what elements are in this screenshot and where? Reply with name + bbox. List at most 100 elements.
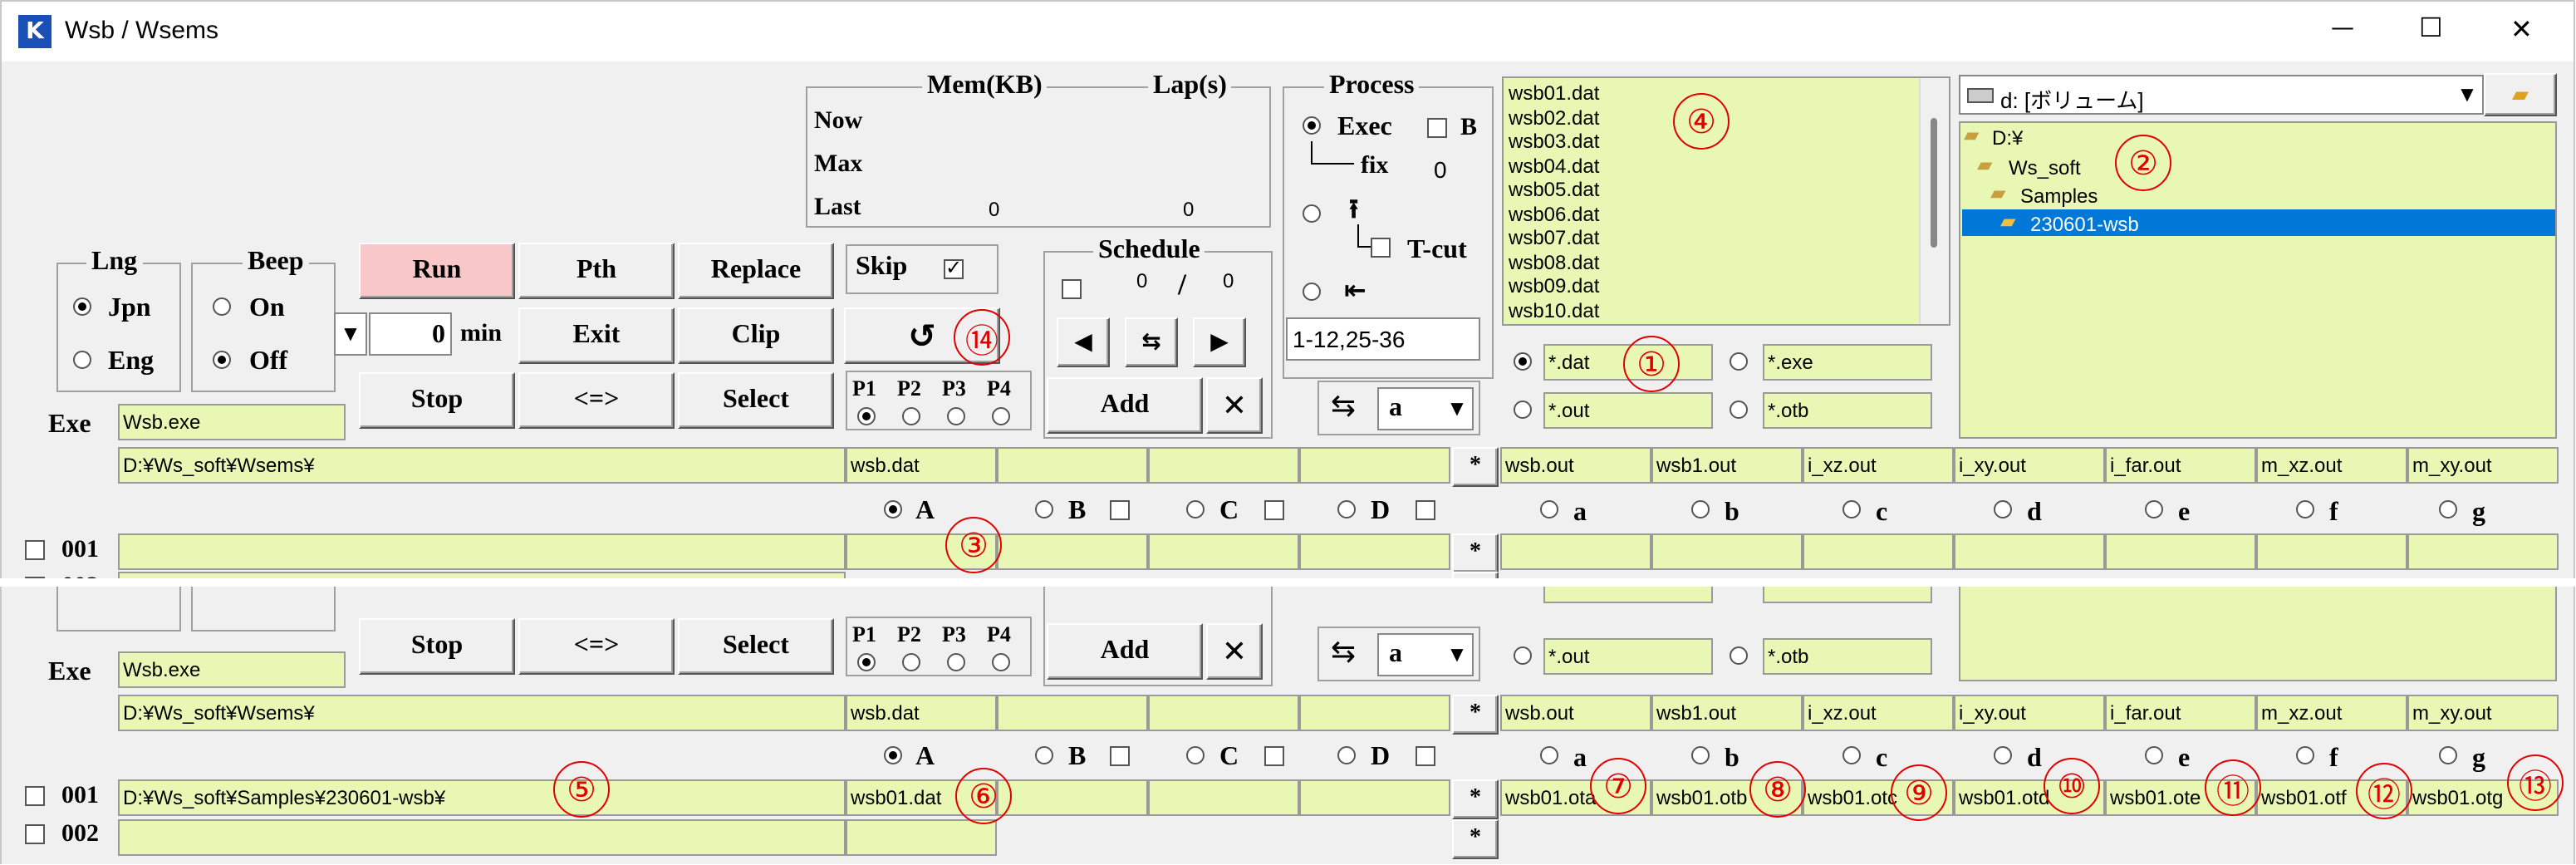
replace-button[interactable]: Replace [678,243,834,299]
row-checkbox[interactable] [25,824,45,844]
field[interactable] [997,447,1148,484]
chevron-down-icon[interactable]: ▼ [2452,80,2482,110]
col-lower-radio[interactable] [2439,500,2457,519]
file-item[interactable]: wsb09.dat [1509,274,1599,297]
add-button[interactable]: Add [1047,623,1203,680]
priority-p4-radio[interactable] [992,407,1010,425]
file-item[interactable]: wsb04.dat [1509,154,1599,177]
col-lower-radio[interactable] [2296,746,2314,764]
row-path-field[interactable] [118,533,846,570]
add-button[interactable]: Add [1047,377,1203,434]
delete-button[interactable]: ✕ [1206,623,1263,680]
drive-select[interactable]: d: [ボリューム] ▼ [1959,75,2484,115]
dat-field[interactable]: wsb.dat [846,447,997,484]
file-list-scroll-thumb[interactable] [1931,118,1937,248]
col-lower-radio[interactable] [1691,500,1710,519]
col-b-checkbox[interactable] [1110,746,1130,766]
filter-out-radio[interactable] [1514,401,1532,419]
filter-out-radio[interactable] [1514,646,1532,665]
star-button[interactable]: * [1452,447,1499,487]
field[interactable] [1299,695,1450,731]
range-input[interactable]: 1-12,25-36 [1286,317,1480,361]
col-d-checkbox[interactable] [1416,746,1435,766]
delete-button[interactable]: ✕ [1206,377,1263,434]
filter-otb-field[interactable]: *.otb [1763,638,1932,675]
row-field[interactable] [1299,779,1450,816]
col-c-radio[interactable] [1186,746,1205,764]
skip-checkbox[interactable] [944,256,964,279]
filter-otb-field[interactable]: *.otb [1763,392,1932,429]
col-lower-radio[interactable] [1842,746,1861,764]
out-field[interactable]: m_xz.out [2256,695,2407,731]
dat-field[interactable]: wsb.dat [846,695,997,731]
tree-item[interactable]: Ws_soft [2009,156,2081,179]
exe-field[interactable]: Wsb.exe [118,404,346,440]
row-checkbox[interactable] [25,540,45,560]
row-checkbox[interactable] [25,786,45,806]
row-path-field[interactable] [118,819,846,856]
stop-button[interactable]: Stop [359,618,515,675]
row-field[interactable] [997,779,1148,816]
exe-field[interactable]: Wsb.exe [118,651,346,688]
priority-p2-radio[interactable] [902,653,920,671]
file-item[interactable]: wsb06.dat [1509,202,1599,225]
col-b-checkbox[interactable] [1110,500,1130,520]
priority-p1-radio[interactable] [857,653,876,671]
file-item[interactable]: wsb07.dat [1509,226,1599,249]
filter-exe-field[interactable]: *.exe [1763,344,1932,381]
schedule-checkbox[interactable] [1062,279,1082,299]
prev-button[interactable]: ◀ [1057,317,1110,367]
out-field[interactable]: i_xy.out [1954,447,2105,484]
filter-otb-radio[interactable] [1730,646,1748,665]
stop-button[interactable]: Stop [359,372,515,429]
row-out-field[interactable] [1803,533,1954,570]
row-out-field[interactable] [2407,533,2559,570]
col-lower-radio[interactable] [2145,500,2163,519]
out-field[interactable]: wsb1.out [1651,695,1803,731]
maximize-icon[interactable]: ☐ [2419,12,2443,43]
col-d-radio[interactable] [1337,746,1356,764]
out-field[interactable]: i_xz.out [1803,695,1954,731]
row-field[interactable] [1148,533,1299,570]
col-lower-radio[interactable] [1842,500,1861,519]
filter-otb-radio[interactable] [1730,401,1748,419]
field[interactable] [1148,695,1299,731]
lng-eng-radio[interactable] [73,351,91,369]
chevron-down-icon[interactable]: ▼ [1442,394,1472,424]
exit-button[interactable]: Exit [518,307,675,364]
dir-field[interactable]: D:¥Ws_soft¥Wsems¥ [118,695,846,731]
first-radio[interactable] [1303,283,1321,301]
tcut-checkbox[interactable] [1371,238,1391,258]
out-field[interactable]: wsb1.out [1651,447,1803,484]
swap-button[interactable]: <=> [518,618,675,675]
minutes-dropdown[interactable]: ▼ [334,312,367,356]
pth-button[interactable]: Pth [518,243,675,299]
col-a-radio[interactable] [884,746,902,764]
out-field[interactable]: m_xy.out [2407,695,2559,731]
chevron-down-icon[interactable]: ▼ [1442,640,1472,670]
tree-item[interactable]: 230601-wsb [2030,213,2139,236]
row-out-field[interactable] [1651,533,1803,570]
out-field[interactable]: wsb.out [1500,695,1651,731]
col-b-radio[interactable] [1035,746,1053,764]
close-icon[interactable]: ✕ [2510,13,2533,45]
file-item[interactable]: wsb10.dat [1509,298,1599,322]
run-button[interactable]: Run [359,243,515,299]
lng-jpn-radio[interactable] [73,297,91,316]
top-radio[interactable] [1303,204,1321,223]
field[interactable] [1299,447,1450,484]
sort-select[interactable]: a ▼ [1377,633,1474,676]
row-out-field[interactable] [1500,533,1651,570]
col-lower-radio[interactable] [2439,746,2457,764]
row-field[interactable] [1148,779,1299,816]
row-field[interactable] [997,533,1148,570]
col-lower-radio[interactable] [1691,746,1710,764]
col-b-radio[interactable] [1035,500,1053,519]
row-out-field[interactable] [2256,533,2407,570]
dir-field[interactable]: D:¥Ws_soft¥Wsems¥ [118,447,846,484]
star-button[interactable]: * [1452,533,1499,573]
col-d-radio[interactable] [1337,500,1356,519]
row-out-field[interactable] [1954,533,2105,570]
row-field[interactable] [1299,533,1450,570]
select-button[interactable]: Select [678,618,834,675]
